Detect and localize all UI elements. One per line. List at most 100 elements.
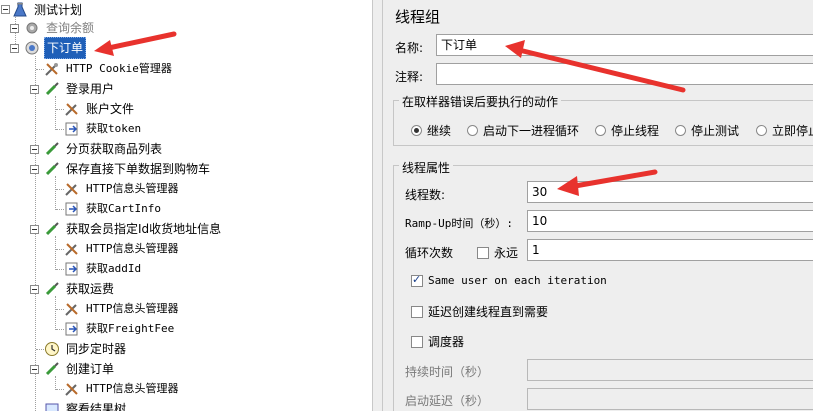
loop-forever-checkbox[interactable]: 永远 <box>477 244 518 261</box>
thread-group-panel: 线程组 名称: 下订单 注释: 在取样器错误后要执行的动作 继续 启动下一进程循… <box>383 0 813 411</box>
tools-icon <box>64 381 80 397</box>
tree-node-thread-group-balance[interactable]: 查询余额 <box>8 18 96 38</box>
radio-stop-thread[interactable]: 停止线程 <box>595 122 659 138</box>
name-label: 名称: <box>395 41 424 55</box>
radio-dot <box>467 124 478 136</box>
tree-node-cookie-manager[interactable]: HTTP Cookie管理器 <box>44 59 174 79</box>
tree-node-csv-data[interactable]: 账户文件 <box>64 99 136 119</box>
loop-count-label: 循环次数 <box>405 246 454 260</box>
tree-node-label: 账户文件 <box>86 102 135 116</box>
pipette-icon <box>44 281 60 297</box>
tree-node-extractor-freightfee[interactable]: 获取FreightFee <box>64 319 176 339</box>
tree-node-create-order[interactable]: 创建订单 <box>28 359 116 379</box>
results-tree-icon <box>44 401 60 411</box>
collapse-toggle[interactable] <box>30 225 39 234</box>
tools-icon <box>64 241 80 257</box>
comment-field[interactable] <box>436 63 813 85</box>
startup-delay-label: 启动延迟（秒） <box>405 394 490 408</box>
collapse-toggle[interactable] <box>10 44 19 53</box>
tools-icon <box>64 181 80 197</box>
tree-node-extractor-token[interactable]: 获取token <box>64 119 143 139</box>
tree-node-product-list[interactable]: 分页获取商品列表 <box>28 139 164 159</box>
tree-node-label: 获取CartInfo <box>86 202 161 215</box>
collapse-toggle[interactable] <box>30 365 39 374</box>
radio-dot <box>756 124 767 136</box>
collapse-toggle[interactable] <box>30 85 39 94</box>
tree-node-login-user[interactable]: 登录用户 <box>28 79 116 99</box>
delay-thread-creation-checkbox[interactable]: 延迟创建线程直到需要 <box>411 303 548 320</box>
name-field[interactable]: 下订单 <box>436 34 813 56</box>
expand-toggle[interactable] <box>30 145 39 154</box>
tree-node-sync-timer[interactable]: 同步定时器 <box>44 339 128 359</box>
test-plan-tree: 测试计划 查询余额 下订单 HTTP Cookie管理器 登录用户 账户文件 获… <box>0 0 372 411</box>
radio-continue[interactable]: 继续 <box>411 122 451 138</box>
clock-icon <box>44 341 60 357</box>
pipette-icon <box>44 161 60 177</box>
duration-field <box>527 359 813 381</box>
startup-delay-field <box>527 388 813 410</box>
tree-root-test-plan[interactable]: 测试计划 <box>0 0 84 20</box>
radio-dot <box>675 124 686 136</box>
tree-node-label: 获取token <box>86 122 142 135</box>
flask-icon <box>12 2 28 18</box>
tree-node-extractor-cartinfo[interactable]: 获取CartInfo <box>64 199 163 219</box>
radio-stop-test[interactable]: 停止测试 <box>675 122 739 138</box>
tree-node-extractor-addid[interactable]: 获取addId <box>64 259 143 279</box>
tree-node-header-manager[interactable]: HTTP信息头管理器 <box>64 239 181 259</box>
pipette-icon <box>44 361 60 377</box>
tree-node-header-manager[interactable]: HTTP信息头管理器 <box>64 299 181 319</box>
scheduler-checkbox[interactable]: 调度器 <box>411 333 464 350</box>
checkbox-box <box>411 305 423 318</box>
tree-node-address[interactable]: 获取会员指定Id收货地址信息 <box>28 219 223 239</box>
radio-start-next-loop[interactable]: 启动下一进程循环 <box>467 122 579 138</box>
tree-node-label: 获取运费 <box>66 282 115 296</box>
panel-title: 线程组 <box>395 8 441 26</box>
tree-node-header-manager[interactable]: HTTP信息头管理器 <box>64 379 181 399</box>
checkbox-box <box>477 246 489 259</box>
extractor-arrow-icon <box>64 261 80 277</box>
tree-node-label: 创建订单 <box>66 362 115 376</box>
radio-stop-now[interactable]: 立即停止 <box>756 122 813 138</box>
collapse-toggle[interactable] <box>30 285 39 294</box>
loop-count-field[interactable]: 1 <box>527 239 813 261</box>
threads-field[interactable]: 30 <box>527 181 813 203</box>
tree-node-label: 查询余额 <box>46 21 95 35</box>
tree-node-label: 察看结果树 <box>66 402 127 411</box>
tree-node-label: 保存直接下单数据到购物车 <box>66 162 211 176</box>
gear-icon <box>24 40 40 56</box>
duration-label: 持续时间（秒） <box>405 365 490 379</box>
tree-node-thread-group-order[interactable]: 下订单 <box>8 37 87 59</box>
pipette-icon <box>44 81 60 97</box>
props-group-title: 线程属性 <box>399 159 454 176</box>
pane-splitter[interactable] <box>372 0 383 411</box>
tree-node-header-manager[interactable]: HTTP信息头管理器 <box>64 179 181 199</box>
checkbox-box <box>411 335 423 348</box>
tree-node-label: HTTP信息头管理器 <box>86 182 179 195</box>
tree-node-view-results[interactable]: 察看结果树 <box>44 399 128 411</box>
checkbox-box <box>411 273 423 287</box>
tree-node-label: 获取addId <box>86 262 142 275</box>
rampup-label: Ramp-Up时间（秒）: <box>405 217 513 230</box>
error-group-title: 在取样器错误后要执行的动作 <box>399 93 562 110</box>
radio-dot <box>411 124 422 136</box>
radio-dot <box>595 124 606 136</box>
tree-node-label: HTTP Cookie管理器 <box>66 62 172 75</box>
tree-node-label-selected: 下订单 <box>44 37 87 59</box>
threads-label: 线程数: <box>405 188 446 202</box>
comment-label: 注释: <box>395 70 424 84</box>
tree-node-label: HTTP信息头管理器 <box>86 382 179 395</box>
tree-node-label: 获取FreightFee <box>86 322 175 335</box>
tree-node-label: 同步定时器 <box>66 342 127 356</box>
same-user-checkbox[interactable]: Same user on each iteration <box>411 273 607 287</box>
rampup-field[interactable]: 10 <box>527 210 813 232</box>
tree-node-freight[interactable]: 获取运费 <box>28 279 116 299</box>
collapse-toggle[interactable] <box>1 5 10 14</box>
pipette-icon <box>44 221 60 237</box>
expand-toggle[interactable] <box>10 24 19 33</box>
tree-node-label: 获取会员指定Id收货地址信息 <box>66 222 222 236</box>
collapse-toggle[interactable] <box>30 165 39 174</box>
gear-icon <box>24 20 40 36</box>
tools-icon <box>64 301 80 317</box>
tree-node-save-cart[interactable]: 保存直接下单数据到购物车 <box>28 159 212 179</box>
tools-icon <box>44 61 60 77</box>
